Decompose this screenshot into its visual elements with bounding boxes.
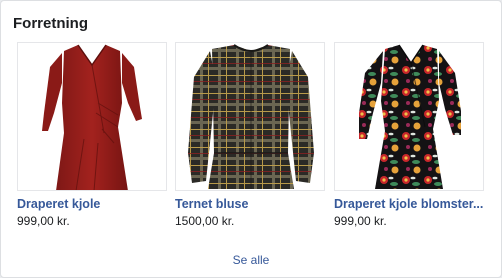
product-name[interactable]: Draperet kjole xyxy=(17,197,167,211)
product-name[interactable]: Draperet kjole blomster... xyxy=(334,197,484,211)
product-item[interactable]: Draperet kjole blomster... 999,00 kr. xyxy=(334,42,484,228)
product-image[interactable] xyxy=(175,42,325,191)
shop-section-card: Forretning Draperet kjole 999,00 kr. Ter… xyxy=(0,0,502,278)
see-all-link[interactable]: Se alle xyxy=(1,253,501,267)
product-item[interactable]: Ternet bluse 1500,00 kr. xyxy=(175,42,325,228)
product-item[interactable]: Draperet kjole 999,00 kr. xyxy=(17,42,167,228)
product-price: 1500,00 kr. xyxy=(175,214,235,228)
section-title: Forretning xyxy=(13,15,88,32)
product-name[interactable]: Ternet bluse xyxy=(175,197,325,211)
product-image[interactable] xyxy=(17,42,167,191)
product-image[interactable] xyxy=(334,42,484,191)
product-price: 999,00 kr. xyxy=(334,214,387,228)
product-price: 999,00 kr. xyxy=(17,214,70,228)
